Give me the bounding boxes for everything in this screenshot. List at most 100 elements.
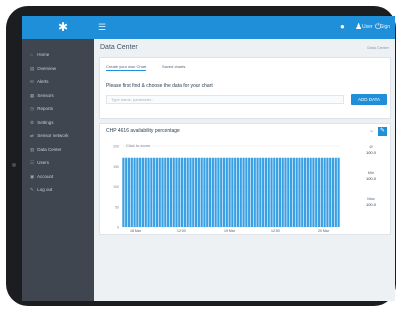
sidebar-item-home[interactable]: ⌂ Home: [22, 49, 94, 61]
chart-bar[interactable]: [206, 157, 209, 227]
chart-bar[interactable]: [192, 157, 195, 227]
chart-bar[interactable]: [197, 157, 200, 227]
logout-link[interactable]: Sign out: [380, 22, 395, 32]
chart-bar[interactable]: [169, 157, 172, 227]
tab-create-chart[interactable]: Create your own Chart: [106, 63, 147, 71]
sidebar-item-alerts[interactable]: ✉ Alerts: [22, 76, 94, 88]
chart-bar[interactable]: [309, 157, 312, 227]
sidebar-item-data-center[interactable]: ▥ Data Center: [22, 144, 94, 156]
chart-bar[interactable]: [301, 157, 304, 227]
sidebar-item-sensor-network[interactable]: ⇄ Sensor network: [22, 130, 94, 142]
chart-bar[interactable]: [200, 157, 203, 227]
chart-bar[interactable]: [234, 157, 237, 227]
sidebar-item-sensors[interactable]: ▦ Sensors: [22, 90, 94, 102]
chart-bar[interactable]: [225, 157, 228, 227]
chart-bar[interactable]: [127, 157, 131, 227]
chart-bar[interactable]: [259, 157, 262, 227]
sidebar-item-users[interactable]: ☷ Users: [22, 157, 94, 169]
chart-bar[interactable]: [161, 157, 164, 227]
chart-bar[interactable]: [231, 157, 234, 227]
chart-bar[interactable]: [147, 157, 150, 227]
chart-bar[interactable]: [222, 157, 226, 227]
chart-bar[interactable]: [158, 157, 161, 227]
chart-bar[interactable]: [289, 157, 293, 227]
chart-bar[interactable]: [292, 157, 295, 227]
chart-bar[interactable]: [203, 157, 206, 227]
chart-bar[interactable]: [211, 157, 214, 227]
chart-bar[interactable]: [264, 157, 268, 227]
chart-bar[interactable]: [253, 157, 256, 227]
chart-bar[interactable]: [273, 157, 276, 227]
chart-bar[interactable]: [167, 157, 170, 227]
chart-bar[interactable]: [194, 157, 198, 227]
bell-icon[interactable]: ●: [340, 21, 345, 33]
chart-bar[interactable]: [180, 157, 184, 227]
data-search-input[interactable]: Type name, parameter...: [106, 95, 344, 104]
chart-bar[interactable]: [256, 157, 259, 227]
chart-bar[interactable]: [320, 157, 323, 227]
chart-bar[interactable]: [295, 157, 298, 227]
chart-bar[interactable]: [130, 157, 133, 227]
chart-bar[interactable]: [153, 157, 156, 227]
chart-bar[interactable]: [276, 157, 279, 227]
sidebar-item-settings[interactable]: ⚙ Settings: [22, 117, 94, 129]
chart-bar[interactable]: [139, 157, 142, 227]
chart-bar[interactable]: [317, 157, 321, 227]
user-name[interactable]: User: [362, 22, 373, 32]
chart-bar[interactable]: [250, 157, 254, 227]
chart-bar[interactable]: [245, 157, 248, 227]
chart-bar[interactable]: [312, 157, 315, 227]
add-data-button[interactable]: ADD DATA: [351, 94, 387, 105]
menu-icon[interactable]: ☰: [98, 20, 108, 34]
chart-bar[interactable]: [228, 157, 231, 227]
chart-bar[interactable]: [284, 157, 287, 227]
chart-bar[interactable]: [236, 157, 240, 227]
chart-bar[interactable]: [220, 157, 223, 227]
chart-bar[interactable]: [267, 157, 270, 227]
chart-bar[interactable]: [175, 157, 178, 227]
chart-bar[interactable]: [326, 157, 329, 227]
chart-bar[interactable]: [150, 157, 153, 227]
settings-icon[interactable]: ✎: [378, 127, 387, 136]
chart-bar[interactable]: [334, 157, 337, 227]
sidebar-item-reports[interactable]: ◷ Reports: [22, 103, 94, 115]
sidebar-item-log-out[interactable]: ✎ Log out: [22, 184, 94, 196]
chart-bar[interactable]: [270, 157, 273, 227]
chart-bar[interactable]: [306, 157, 309, 227]
chart-bar[interactable]: [315, 157, 318, 227]
chart-bar[interactable]: [155, 157, 159, 227]
chart-bar[interactable]: [323, 157, 326, 227]
breadcrumb[interactable]: Data Center: [367, 45, 389, 51]
chart-bar[interactable]: [178, 157, 181, 227]
chart-bar[interactable]: [122, 157, 125, 227]
tab-saved-charts[interactable]: Saved charts: [162, 63, 185, 71]
chart-bar[interactable]: [278, 157, 281, 227]
chart-bar[interactable]: [281, 157, 284, 227]
chart-bar[interactable]: [337, 157, 340, 227]
chart-bar[interactable]: [331, 157, 335, 227]
sidebar-item-overview[interactable]: ▤ Overview: [22, 63, 94, 75]
chart-bar[interactable]: [208, 157, 212, 227]
chart-bar[interactable]: [239, 157, 242, 227]
chart-bar[interactable]: [303, 157, 307, 227]
chart-bar[interactable]: [125, 157, 128, 227]
chart-bar[interactable]: [136, 157, 139, 227]
chart-bar[interactable]: [262, 157, 265, 227]
chart-bar[interactable]: [242, 157, 245, 227]
chart-bar[interactable]: [141, 157, 145, 227]
chart-bar[interactable]: [144, 157, 147, 227]
chart-bar[interactable]: [287, 157, 290, 227]
chart-bar[interactable]: [248, 157, 251, 227]
chart-bar[interactable]: [298, 157, 301, 227]
chart-bar[interactable]: [329, 157, 332, 227]
chart-bar[interactable]: [183, 157, 186, 227]
chevron-down-icon[interactable]: ⌄: [367, 127, 376, 136]
chart-bar[interactable]: [217, 157, 220, 227]
sidebar-item-account[interactable]: ▣ Account: [22, 171, 94, 183]
chart-bar[interactable]: [186, 157, 189, 227]
chart-bar[interactable]: [172, 157, 175, 227]
chart-bar[interactable]: [214, 157, 217, 227]
chart-bar[interactable]: [133, 157, 136, 227]
chart-bar[interactable]: [189, 157, 192, 227]
chart-bar[interactable]: [164, 157, 167, 227]
